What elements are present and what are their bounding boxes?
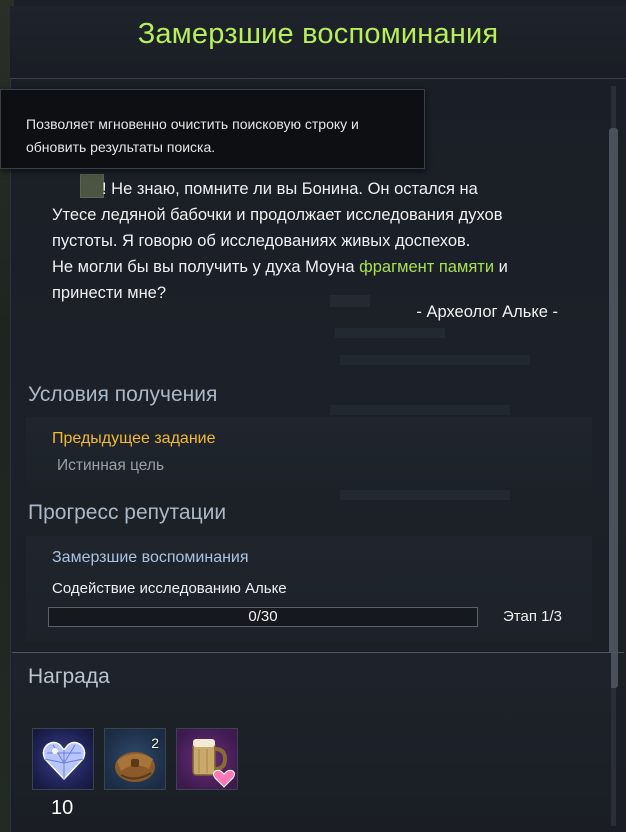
window-title: Замерзшие воспоминания [137,18,499,50]
memory-fragment-link[interactable]: фрагмент памяти [359,258,494,276]
reputation-stage: Этап 1/3 [503,608,562,625]
previous-quest-value[interactable]: Истинная цель [57,457,164,475]
dialogue-line: ! Не знаю, помните ли вы Бонина. Он оста… [52,176,572,202]
progress-text: 0/30 [248,608,278,625]
dialogue-line: Утесе ледяной бабочки и продолжает иссле… [52,206,503,224]
tooltip: Позволяет мгновенно очистить поисковую с… [0,89,425,169]
reward-item-2-count: 2 [151,735,159,751]
dialogue-text: Не могли бы вы получить у духа Моуна [52,258,360,276]
reputation-progress-bar: 0/30 [48,607,478,627]
ghost-decoration [340,490,510,500]
conditions-title: Условия получения [28,383,218,406]
previous-quest-label: Предыдущее задание [52,430,216,447]
scrollbar-thumb[interactable] [609,128,618,688]
ghost-decoration [330,405,510,415]
reputation-name: Замерзшие воспоминания [52,549,249,566]
ghost-decoration [340,355,530,365]
reputation-title: Прогресс репутации [28,501,227,524]
quest-dialogue: ! Не знаю, помните ли вы Бонина. Он оста… [52,176,572,306]
reward-item-1-count: 10 [51,797,74,819]
tooltip-text: Позволяет мгновенно очистить поисковую с… [26,116,359,155]
dialogue-line-text: ! Не знаю, помните ли вы Бонина. Он оста… [102,180,478,198]
ghost-decoration [335,328,445,338]
dialogue-line: пустоты. Я говорю об исследованиях живых… [52,232,471,250]
reputation-subtitle: Содействие исследованию Альке [52,580,287,597]
reward-item-crystal-heart[interactable] [32,728,94,790]
dialogue-text: и [494,258,508,276]
dialogue-line: Не могли бы вы получить у духа Моуна фра… [52,254,572,280]
conditions-box [26,417,592,487]
npc-signature: - Археолог Альке - [416,303,558,321]
reward-title: Награда [28,665,110,688]
crystal-heart-icon [42,741,86,781]
reward-item-beer-mug[interactable] [176,728,238,790]
beer-mug-heart-icon [192,739,235,788]
reward-item-pouch[interactable]: 2 [104,728,166,790]
